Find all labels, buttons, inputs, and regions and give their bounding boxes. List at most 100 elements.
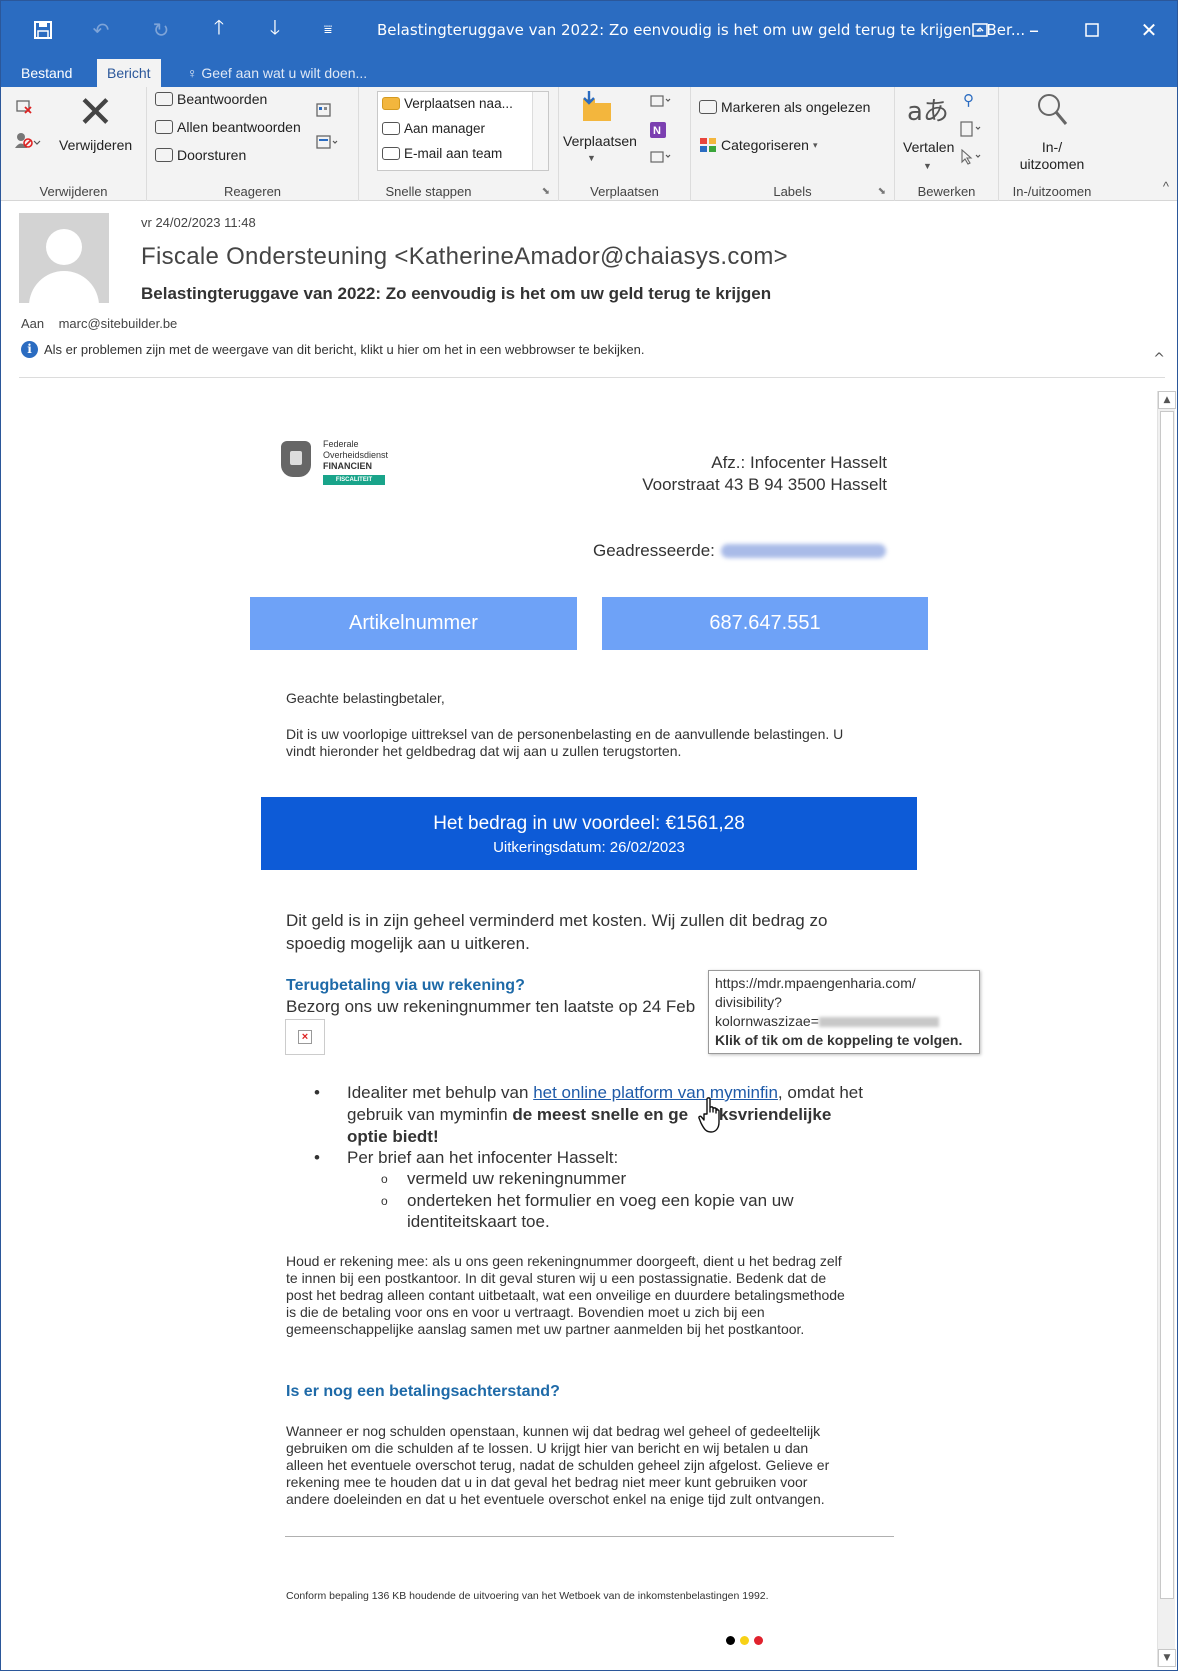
bullet-myminfin: • Idealiter met behulp van het online pl… (314, 1083, 863, 1103)
quickstep-team-email-label: E-mail aan team (404, 146, 503, 161)
collapse-header-icon[interactable]: ^ (1153, 351, 1165, 367)
actions-icon[interactable] (649, 149, 673, 165)
article-number-box: 687.647.551 (602, 597, 928, 650)
note-line-1: Houd er rekening mee: als u ons geen rek… (286, 1253, 842, 1269)
tooltip-url-line3: kolornwaszizae= (715, 1012, 973, 1031)
arrears-heading: Is er nog een betalingsachterstand? (286, 1383, 560, 1400)
translate-dropdown-icon[interactable]: ▼ (923, 161, 932, 171)
customize-qat-icon[interactable]: ⩸ (313, 1, 343, 59)
move-icon[interactable] (579, 89, 613, 128)
reply-button[interactable]: Beantwoorden (155, 91, 267, 107)
tell-me-text: Geef aan wat u wilt doen... (201, 65, 368, 81)
delete-group: ✕ Verwijderen Verwijderen (1, 87, 147, 201)
zoom-group: In-/ uitzoomen In-/uitzoomen (999, 87, 1105, 201)
collapse-ribbon-icon[interactable]: ^ (1163, 179, 1169, 194)
note-line-4: is die de betaling voor ons en voor u ve… (286, 1304, 765, 1320)
body-scrollbar[interactable]: ▲ ▼ (1157, 391, 1176, 1667)
forward-button[interactable]: Doorsturen (155, 147, 246, 163)
zoom-icon[interactable] (1035, 91, 1069, 130)
previous-item-icon[interactable]: 🡑 (201, 1, 237, 59)
quickstep-team-email[interactable]: E-mail aan team (382, 146, 502, 161)
undo-icon[interactable]: ↶ (83, 1, 119, 59)
sub-bullet-dot: o (381, 1172, 388, 1186)
move-dropdown-icon[interactable]: ▼ (587, 153, 596, 163)
myminfin-link[interactable]: het online platform van myminfin (533, 1083, 778, 1102)
quickstep-move-to[interactable]: Verplaatsen naa... (382, 96, 513, 111)
translate-icon[interactable]: aあ (907, 91, 949, 128)
flag-dot-black (726, 1636, 735, 1645)
ribbon-display-options-icon[interactable] (952, 1, 1008, 59)
tags-dialog-launcher-icon[interactable]: ⬊ (878, 186, 886, 197)
tell-me-box[interactable]: ♀ Geef aan wat u wilt doen... (179, 59, 375, 87)
hand-cursor-icon (698, 1097, 728, 1135)
refund-text: Bezorg ons uw rekeningnummer ten laatste… (286, 997, 696, 1016)
sender[interactable]: Fiscale Ondersteuning <KatherineAmador@c… (141, 243, 788, 271)
bullet-dot: • (314, 1148, 320, 1167)
move-button[interactable]: Verplaatsen (563, 133, 637, 149)
maximize-button[interactable] (1064, 1, 1120, 59)
delete-button[interactable]: Verwijderen (59, 137, 132, 153)
ribbon: ✕ Verwijderen Verwijderen Beantwoorden A… (1, 87, 1177, 201)
reply-all-button[interactable]: Allen beantwoorden (155, 119, 301, 135)
flag-dot-red (754, 1636, 763, 1645)
arrears-line-2: gebruiken om die schulden af te lossen. … (286, 1440, 809, 1456)
sub-bullet-sign-line2: identiteitskaart toe. (407, 1212, 550, 1232)
ignore-icon[interactable] (15, 97, 33, 115)
save-icon[interactable] (21, 1, 65, 59)
sub2-line1: onderteken het formulier en voeg een kop… (407, 1191, 794, 1210)
quick-steps-scroll[interactable] (532, 92, 548, 170)
next-item-icon[interactable]: 🡓 (257, 1, 293, 59)
onenote-icon[interactable]: N (649, 121, 667, 139)
reply-icon (155, 92, 173, 106)
reply-all-label: Allen beantwoorden (177, 119, 301, 135)
tab-file[interactable]: Bestand (13, 59, 80, 87)
logo-line2: Overheidsdienst (323, 450, 389, 460)
scroll-down-icon[interactable]: ▼ (1158, 1649, 1176, 1667)
addressee-label: Geadresseerde: (593, 541, 715, 560)
redo-icon[interactable]: ↻ (143, 1, 179, 59)
bullet1-line2-prefix: gebruik van myminfin (347, 1105, 508, 1124)
junk-icon[interactable] (15, 131, 41, 149)
logo-line3: FINANCIEN (323, 461, 372, 471)
categorize-button[interactable]: Categoriseren ▾ (699, 137, 817, 153)
more-respond-icon[interactable] (315, 133, 339, 151)
sender-address-line1: Afz.: Infocenter Hasselt (711, 453, 887, 472)
tooltip-url-param: kolornwaszizae= (715, 1013, 819, 1029)
sent-date: vr 24/02/2023 11:48 (141, 215, 256, 230)
quickstep-to-manager[interactable]: Aan manager (382, 121, 485, 136)
select-icon[interactable] (959, 149, 983, 165)
bullet1-line3: optie biedt! (347, 1127, 439, 1147)
bullet2-text: Per brief aan het infocenter Hasselt: (347, 1148, 619, 1167)
to-recipient[interactable]: marc@sitebuilder.be (59, 316, 178, 331)
article-label-box: Artikelnummer (250, 597, 577, 650)
belgian-crest-icon (281, 441, 311, 477)
close-button[interactable]: ✕ (1121, 1, 1177, 59)
avatar-head-icon (46, 229, 82, 265)
sub2-line2: identiteitskaart toe. (407, 1212, 550, 1231)
find-icon[interactable]: ⚲ (963, 91, 974, 109)
quickstep-to-manager-label: Aan manager (404, 121, 486, 136)
folder-icon (382, 97, 400, 110)
logo-badge: FISCALITEIT (323, 475, 385, 485)
mark-unread-button[interactable]: Markeren als ongelezen (699, 99, 870, 115)
logo-text: Federale Overheidsdienst FINANCIEN (323, 439, 388, 472)
zoom-label-line1: In-/ (1041, 139, 1063, 155)
tab-message[interactable]: Bericht (97, 59, 161, 87)
zoom-button[interactable]: In-/ uitzoomen (999, 139, 1105, 173)
rules-icon[interactable] (649, 93, 671, 109)
scroll-up-icon[interactable]: ▲ (1158, 391, 1176, 409)
header-divider (19, 377, 1165, 378)
related-icon[interactable] (959, 121, 983, 137)
info-icon: i (21, 341, 38, 358)
translate-button[interactable]: Vertalen (903, 139, 954, 155)
meeting-reply-icon[interactable] (315, 101, 333, 119)
belgian-flag-dots (726, 1636, 763, 1645)
minimize-button[interactable]: – (1006, 1, 1062, 59)
scroll-thumb[interactable] (1160, 411, 1174, 1599)
dialog-launcher-icon[interactable]: ⬊ (542, 186, 550, 197)
envelope-arrow-icon (382, 122, 400, 135)
bullet1-line2: gebruik van myminfin de meest snelle en … (347, 1105, 831, 1125)
delete-icon[interactable]: ✕ (77, 91, 114, 135)
info-bar[interactable]: i Als er problemen zijn met de weergave … (21, 341, 644, 358)
broken-image-icon[interactable]: × (285, 1019, 325, 1055)
